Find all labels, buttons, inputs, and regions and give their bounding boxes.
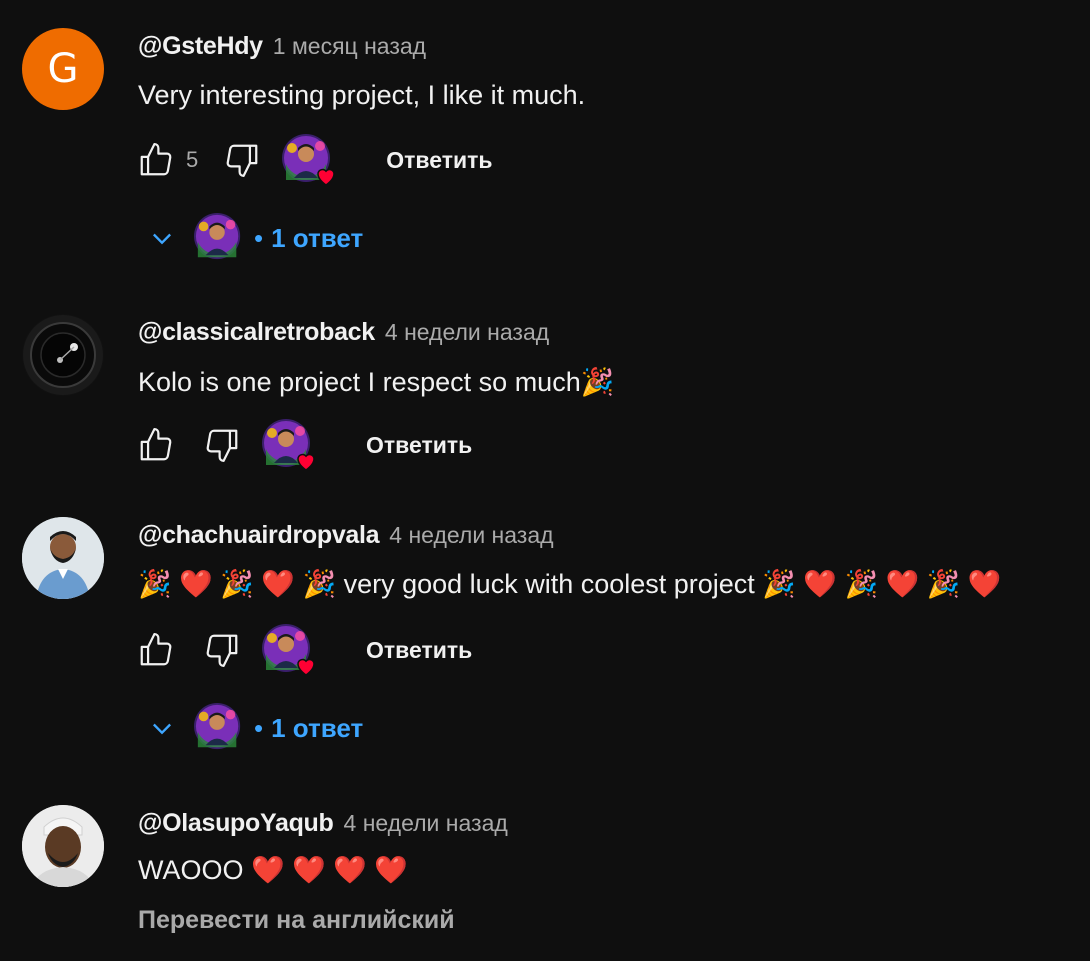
- comment-author[interactable]: @OlasupoYaqub: [138, 809, 334, 838]
- reply-count: 1 ответ: [271, 712, 364, 743]
- reply-button[interactable]: Ответить: [386, 147, 492, 174]
- separator-dot: •: [254, 222, 264, 253]
- comment-text: Kolo is one project I respect so much🎉: [138, 367, 615, 397]
- dislike-button[interactable]: [200, 628, 244, 672]
- comment-time[interactable]: 4 недели назад: [385, 319, 549, 346]
- heart-icon: [294, 449, 318, 473]
- comment-time[interactable]: 1 месяц назад: [273, 33, 426, 60]
- thumb-down-icon: [203, 426, 241, 464]
- view-replies-button[interactable]: • 1 ответ: [146, 210, 363, 266]
- like-button[interactable]: [134, 423, 178, 467]
- chevron-down-icon: [146, 712, 178, 744]
- creator-heart-badge: [262, 419, 314, 471]
- creator-heart-badge: [282, 134, 334, 186]
- thumb-up-icon: [137, 426, 175, 464]
- person-avatar-image: [22, 805, 104, 887]
- reply-button[interactable]: Ответить: [366, 432, 472, 459]
- like-button[interactable]: [134, 628, 178, 672]
- avatar[interactable]: [22, 314, 104, 396]
- emoji-sequence: 🎉 ❤️ 🎉 ❤️ 🎉 ❤️: [762, 569, 1002, 599]
- like-button[interactable]: [134, 138, 178, 182]
- thumb-up-icon: [137, 141, 175, 179]
- reply-button[interactable]: Ответить: [366, 637, 472, 664]
- comment-author[interactable]: @chachuairdropvala: [138, 521, 380, 550]
- comment-text: 🎉 ❤️ 🎉 ❤️ 🎉 very good luck with coolest …: [138, 569, 1002, 599]
- comment-author[interactable]: @GsteHdy: [138, 32, 263, 61]
- thumb-up-icon: [137, 631, 175, 669]
- party-emoji: 🎉: [580, 367, 615, 397]
- avatar[interactable]: [22, 517, 104, 599]
- avatar[interactable]: [22, 805, 104, 887]
- comment-text: Very interesting project, I like it much…: [138, 80, 586, 110]
- person-avatar-image: [22, 517, 104, 599]
- dislike-button[interactable]: [200, 423, 244, 467]
- heart-icon: [314, 164, 338, 188]
- emoji-sequence: 🎉 ❤️ 🎉 ❤️ 🎉: [138, 569, 337, 599]
- dislike-button[interactable]: [220, 138, 264, 182]
- translate-button[interactable]: Перевести на английский: [138, 906, 455, 935]
- heart-icon: [294, 654, 318, 678]
- comment-author[interactable]: @classicalretroback: [138, 318, 375, 347]
- chevron-down-icon: [146, 222, 178, 254]
- reply-author-avatar: [194, 703, 244, 753]
- thumb-down-icon: [223, 141, 261, 179]
- like-count: 5: [186, 147, 199, 172]
- reply-author-avatar: [194, 213, 244, 263]
- reply-count: 1 ответ: [271, 222, 364, 253]
- lens-avatar-image: [23, 315, 103, 395]
- separator-dot: •: [254, 712, 264, 743]
- creator-heart-badge: [262, 624, 314, 676]
- view-replies-button[interactable]: • 1 ответ: [146, 700, 363, 756]
- heart-emojis: ❤️ ❤️ ❤️ ❤️: [251, 855, 408, 885]
- avatar[interactable]: G: [22, 28, 104, 110]
- thumb-down-icon: [203, 631, 241, 669]
- comment-time[interactable]: 4 недели назад: [344, 810, 508, 837]
- comment-time[interactable]: 4 недели назад: [389, 522, 553, 549]
- comment-text: WAOOO ❤️ ❤️ ❤️ ❤️: [138, 855, 408, 885]
